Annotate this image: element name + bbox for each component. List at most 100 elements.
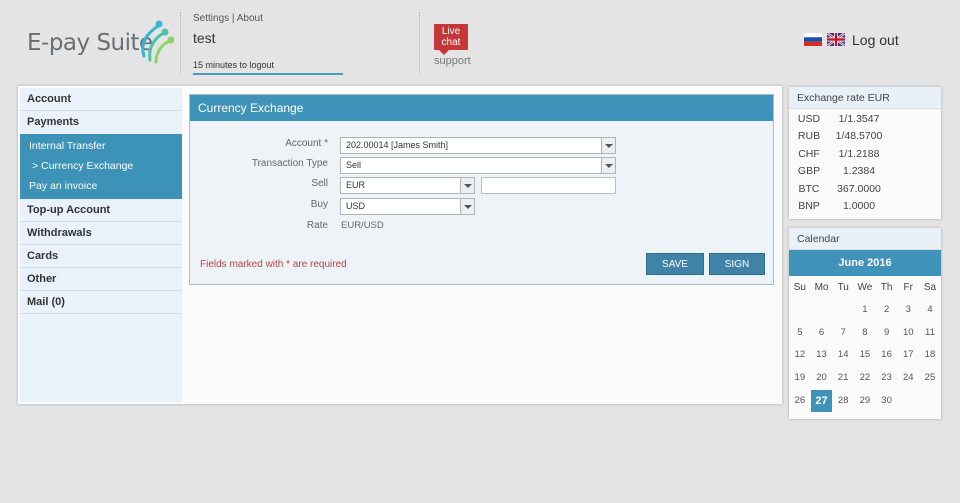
chevron-down-icon (601, 138, 615, 153)
chevron-down-icon (460, 178, 474, 193)
rate-currency: BNP (798, 200, 820, 213)
calendar-weekdays: Su Mo Tu We Th Fr Sa (789, 276, 941, 299)
calendar-empty-cell (919, 390, 941, 413)
required-note: Fields marked with * are required (200, 259, 347, 270)
calendar-day[interactable]: 14 (832, 344, 854, 367)
sidebar-item-topup[interactable]: Top-up Account (20, 199, 182, 222)
user-name: test (193, 30, 216, 46)
calendar-day[interactable]: 20 (811, 367, 833, 390)
panel-title: Currency Exchange (190, 95, 773, 121)
sidebar-item-account[interactable]: Account (20, 88, 182, 111)
logout-timer: 15 minutes to logout (193, 60, 275, 70)
sell-currency-value: EUR (346, 180, 366, 190)
calendar-day[interactable]: 27 (810, 389, 833, 413)
calendar-day[interactable]: 25 (919, 367, 941, 390)
exchange-form: Account * 202.00014 [James Smith] Transa… (190, 121, 773, 284)
calendar-weekday: Th (880, 282, 893, 293)
rate-row: CHF 1/1.2188 (789, 145, 941, 163)
calendar-day[interactable]: 19 (789, 367, 811, 390)
sidebar-item-mail[interactable]: Mail (0) (20, 291, 182, 314)
account-select-value: 202.00014 [James Smith] (346, 140, 449, 150)
rate-label: Rate (306, 220, 328, 231)
rate-value: 1/1.2188 (838, 147, 880, 160)
header-divider (419, 12, 420, 74)
calendar-day[interactable]: 24 (897, 367, 919, 390)
rate-row: GBP 1.2384 (789, 163, 941, 181)
calendar-day[interactable]: 9 (876, 322, 898, 345)
calendar-day[interactable]: 22 (854, 367, 876, 390)
rate-currency: CHF (798, 147, 820, 160)
calendar-day[interactable]: 18 (919, 344, 941, 367)
rate-row: BTC 367.0000 (789, 180, 941, 198)
calendar-weekday: We (857, 282, 873, 293)
sidebar-item-cards[interactable]: Cards (20, 245, 182, 268)
header-divider (180, 12, 181, 74)
calendar-day[interactable]: 23 (876, 367, 898, 390)
calendar-day[interactable]: 17 (897, 344, 919, 367)
calendar-day[interactable]: 6 (811, 322, 833, 345)
calendar-day[interactable]: 30 (876, 390, 898, 413)
calendar-weekday: Mo (814, 282, 829, 293)
payments-submenu: Internal Transfer > Currency Exchange Pa… (20, 134, 182, 199)
rate-currency: GBP (797, 165, 821, 178)
sidebar-item-payments[interactable]: Payments (20, 111, 182, 134)
calendar-empty-cell (811, 299, 833, 322)
account-label: Account * (285, 138, 328, 149)
transaction-type-select[interactable]: Sell (340, 157, 616, 174)
buy-currency-select[interactable]: USD (340, 198, 475, 215)
calendar-day[interactable]: 7 (832, 322, 854, 345)
calendar-widget: Calendar June 2016 Su Mo Tu We Th Fr Sa 123456… (789, 228, 941, 419)
calendar-day[interactable]: 28 (832, 390, 854, 413)
submenu-pay-invoice[interactable]: Pay an invoice (20, 176, 182, 196)
account-select[interactable]: 202.00014 [James Smith] (340, 137, 616, 154)
submenu-internal-transfer[interactable]: Internal Transfer (20, 136, 182, 156)
flag-uk-icon[interactable] (827, 33, 845, 46)
calendar-day[interactable]: 3 (897, 299, 919, 322)
calendar-day[interactable]: 26 (789, 390, 811, 413)
sell-amount-input[interactable] (481, 177, 616, 194)
flag-russia-icon[interactable] (804, 33, 822, 46)
calendar-day[interactable]: 21 (832, 367, 854, 390)
rate-row: BNP 1.0000 (789, 198, 941, 216)
sidebar-item-withdrawals[interactable]: Withdrawals (20, 222, 182, 245)
calendar-day[interactable]: 11 (919, 322, 941, 345)
sell-currency-select[interactable]: EUR (340, 177, 475, 194)
calendar-day[interactable]: 10 (897, 322, 919, 345)
live-chat-button[interactable]: Live chat support (434, 24, 471, 67)
rate-value: 1.0000 (842, 200, 876, 213)
sidebar: Account Payments Internal Transfer > Cur… (20, 88, 182, 402)
rate-value: 1.2384 (842, 165, 876, 178)
currency-exchange-panel: Currency Exchange Account * 202.00014 [J… (189, 94, 774, 285)
calendar-weekday: Tu (837, 282, 849, 293)
buy-currency-value: USD (346, 201, 366, 211)
transaction-type-label: Transaction Type (251, 158, 328, 169)
rate-value: 1/48.5700 (835, 130, 883, 143)
calendar-days: 1 2 3 4 5 6 7 8 9 10 11 12 13 14 15 16 17 18 19 20 21 22 23 24 2… (789, 299, 941, 413)
calendar-empty-cell (789, 299, 811, 322)
exchange-rate-widget: Exchange rate EUR USD 1/1.3547 RUB 1/48.… (789, 87, 941, 219)
calendar-day[interactable]: 16 (876, 344, 898, 367)
calendar-day[interactable]: 13 (811, 344, 833, 367)
calendar-day[interactable]: 4 (919, 299, 941, 322)
calendar-day[interactable]: 8 (854, 322, 876, 345)
sign-button[interactable]: SIGN (709, 253, 765, 275)
calendar-day[interactable]: 2 (876, 299, 898, 322)
calendar-day[interactable]: 29 (854, 390, 876, 413)
chevron-down-icon (460, 199, 474, 214)
settings-about-links[interactable]: Settings | About (193, 13, 345, 24)
rate-value: EUR/USD (341, 220, 384, 231)
calendar-day[interactable]: 12 (789, 344, 811, 367)
save-button[interactable]: SAVE (646, 253, 704, 275)
calendar-day[interactable]: 15 (854, 344, 876, 367)
calendar-day[interactable]: 1 (854, 299, 876, 322)
calendar-day[interactable]: 5 (789, 322, 811, 345)
submenu-currency-exchange[interactable]: > Currency Exchange (20, 156, 182, 176)
rate-currency: RUB (797, 130, 821, 143)
calendar-empty-cell (832, 299, 854, 322)
sidebar-item-other[interactable]: Other (20, 268, 182, 291)
calendar-weekday: Su (793, 282, 806, 293)
transaction-type-value: Sell (346, 160, 362, 170)
exchange-rate-title: Exchange rate EUR (789, 87, 941, 109)
logout-link[interactable]: Log out (852, 32, 899, 48)
rate-row: USD 1/1.3547 (789, 110, 941, 128)
